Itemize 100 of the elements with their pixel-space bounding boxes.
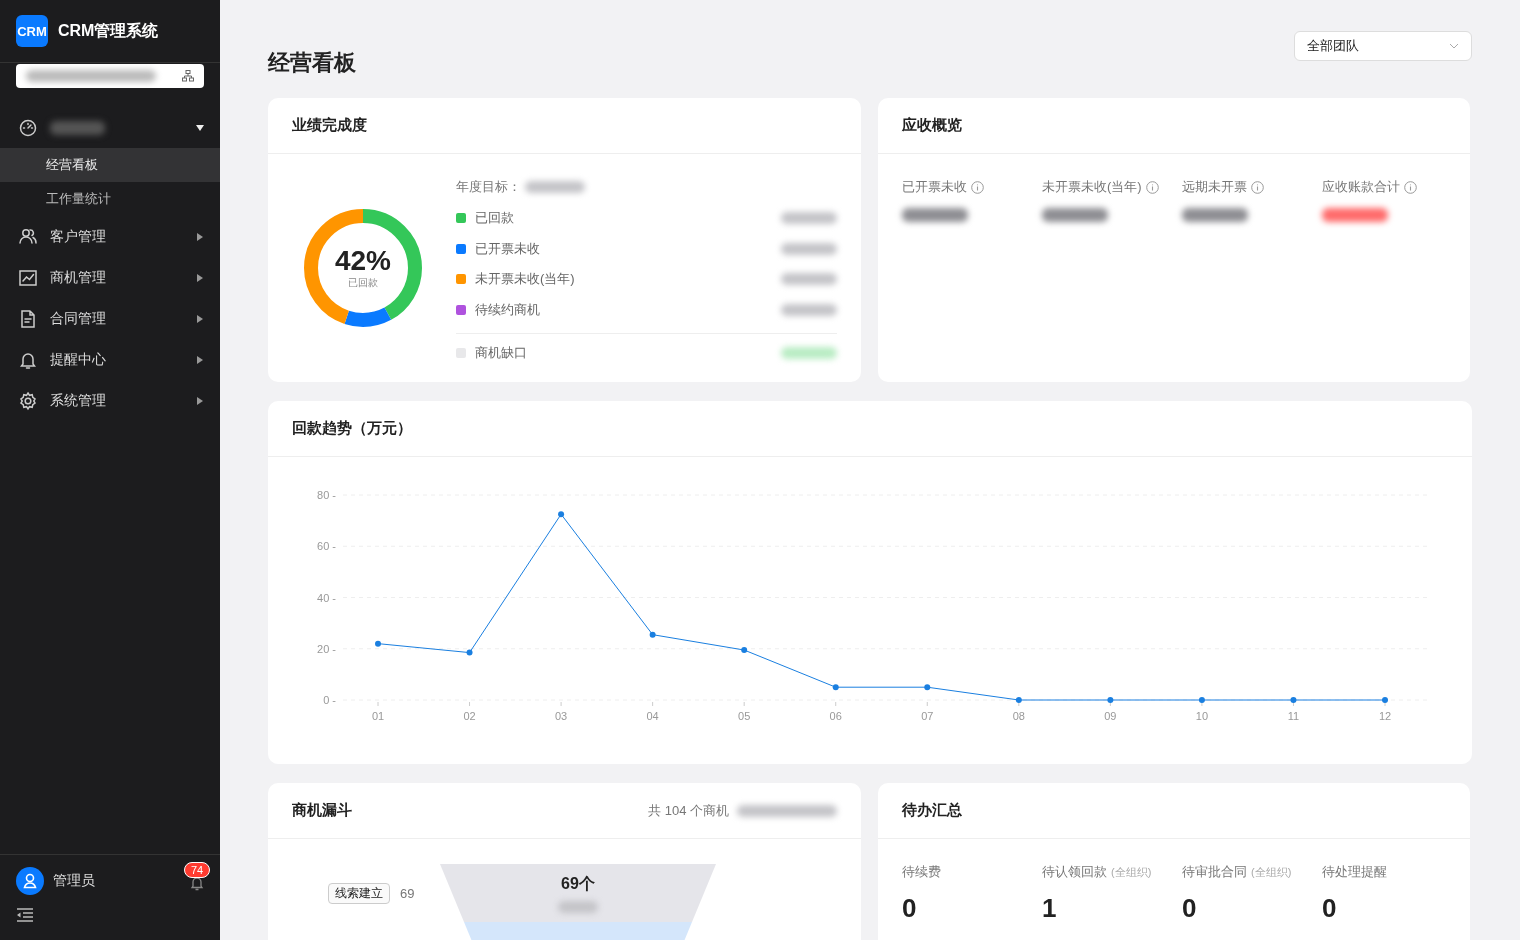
x-tick-label: 05 [738,710,751,722]
funnel-total: 共 104 个商机 [648,801,729,820]
avatar-icon[interactable] [16,867,44,895]
logo-icon: CRM [16,15,48,47]
blurred-value [781,347,837,359]
card-title: 业绩完成度 [268,98,861,154]
scope-note: (全组织) [1251,864,1292,880]
stat-label: 应收账款合计 [1322,178,1400,196]
x-tick-label: 12 [1378,710,1392,722]
app-name: CRM管理系统 [58,20,159,41]
info-icon[interactable] [971,180,984,194]
org-selector[interactable] [16,64,204,88]
x-tick-label: 06 [829,710,842,722]
stat-label: 未开票未收(当年) [1042,178,1142,196]
blurred-value [525,181,585,193]
caret-icon [196,232,204,241]
data-point [1015,697,1022,703]
data-point [466,649,473,656]
data-point [832,684,839,691]
percent-value: 42% [334,246,391,276]
percent-label: 已回款 [348,276,378,290]
submenu-item[interactable]: 工作量统计 [0,182,220,216]
data-point [1107,697,1114,703]
users-icon [18,226,38,247]
user-name: 管理员 [53,872,96,890]
page-title: 经营看板 [268,49,356,77]
todo-count: 0 [1182,893,1197,924]
legend-label: 商机缺口 [475,344,527,362]
menu-item[interactable]: 合同管理 [0,298,220,339]
scope-note: (全组织) [1111,864,1152,880]
submenu-item[interactable]: 经营看板 [0,148,220,182]
x-tick-label: 07 [921,710,934,722]
chevron-down-icon [1449,43,1459,49]
x-tick-label: 04 [646,710,659,722]
todo-count: 1 [1042,893,1057,924]
menu-item[interactable]: 商机管理 [0,257,220,298]
data-point [1198,697,1205,703]
org-tree-icon [182,70,194,82]
todo-label: 待处理提醒 [1322,863,1387,881]
x-tick-label: 01 [371,710,385,722]
y-tick-label: 20 - [317,642,336,655]
data-point [741,647,748,654]
blurred-value [781,242,837,255]
caret-icon [196,273,204,282]
data-point [375,640,381,647]
legend-label: 待续约商机 [475,300,540,319]
x-tick-label: 08 [1012,710,1025,722]
blurred-value [781,273,837,286]
data-point [1382,697,1388,703]
todo-label: 待认领回款 [1042,863,1107,881]
data-point [924,684,931,691]
stage-tag: 线索建立 [328,882,390,904]
todo-label: 待续费 [902,863,941,881]
data-point [649,631,656,638]
dashboard-icon [18,118,38,138]
legend-label: 已开票未收 [475,239,540,258]
target-label: 年度目标： [456,178,521,196]
card-title: 应收概览 [878,98,1470,154]
collapse-icon[interactable] [16,907,34,923]
info-icon[interactable] [1251,180,1264,194]
chart-icon [18,267,38,288]
y-tick-label: 0 - [323,694,336,706]
y-tick-label: 80 - [317,489,336,501]
stage-count: 69 [400,885,415,901]
x-tick-label: 11 [1287,710,1300,722]
bell-icon[interactable] [189,875,205,891]
x-tick-label: 10 [1195,710,1209,722]
legend-label: 已回款 [475,209,514,228]
menu-item[interactable]: 提醒中心 [0,339,220,380]
caret-icon [196,124,204,132]
data-point [558,511,565,518]
card-title: 回款趋势（万元） [268,401,1472,457]
blurred-value [781,303,837,316]
notification-badge: 74 [184,862,211,878]
todo-count: 0 [1322,893,1337,924]
x-tick-label: 03 [554,710,568,722]
y-tick-label: 60 - [317,540,336,553]
todo-count: 0 [902,893,917,924]
data-point [1290,697,1297,703]
info-icon[interactable] [1145,180,1159,194]
card-title: 待办汇总 [878,783,1470,839]
caret-icon [196,355,204,364]
caret-icon [196,314,204,323]
document-icon [18,308,38,329]
caret-icon [196,396,204,405]
stage-value: 69个 [561,873,595,894]
gear-icon [18,390,38,411]
y-tick-label: 40 - [317,591,336,604]
menu-item[interactable]: 客户管理 [0,216,220,257]
team-select[interactable]: 全部团队 [1294,31,1472,61]
info-icon[interactable] [1404,180,1417,194]
legend-label: 未开票未收(当年) [475,270,575,289]
todo-label: 待审批合同 [1182,863,1247,881]
stat-label: 已开票未收 [902,178,967,196]
stat-label: 远期未开票 [1182,178,1247,196]
blurred-value [781,212,837,225]
card-title: 商机漏斗 [292,801,352,820]
x-tick-label: 02 [463,710,476,722]
menu-item[interactable]: 系统管理 [0,380,220,421]
x-tick-label: 09 [1104,710,1117,722]
